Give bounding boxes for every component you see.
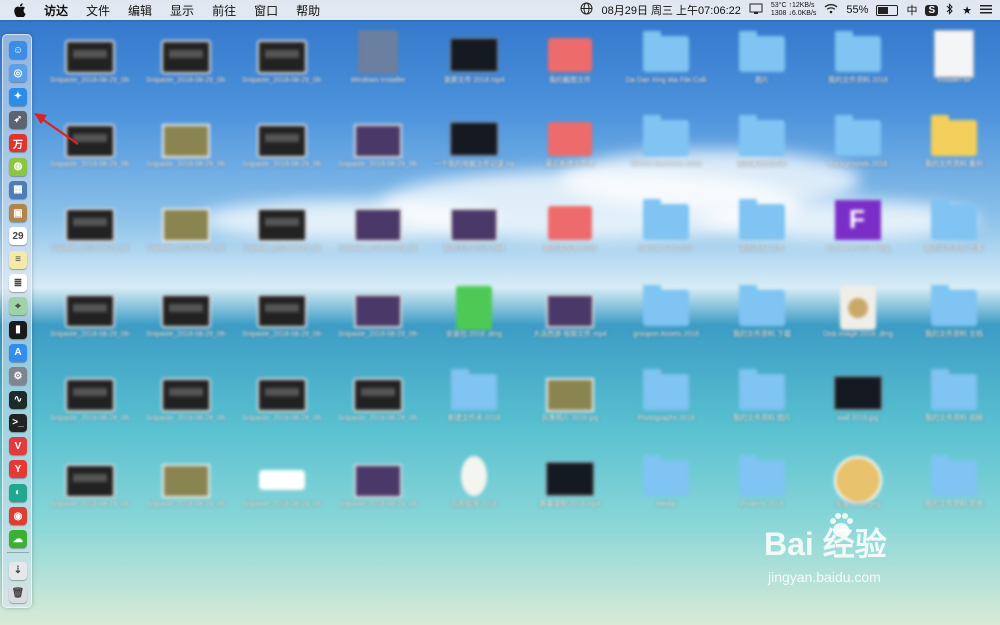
watermark-url: jingyan.baidu.com bbox=[768, 569, 881, 585]
baidu-paw-icon bbox=[830, 513, 853, 537]
arrow-shaft bbox=[41, 118, 79, 145]
baidu-watermark: Bai 经验 jingyan.baidu.com bbox=[764, 513, 944, 599]
